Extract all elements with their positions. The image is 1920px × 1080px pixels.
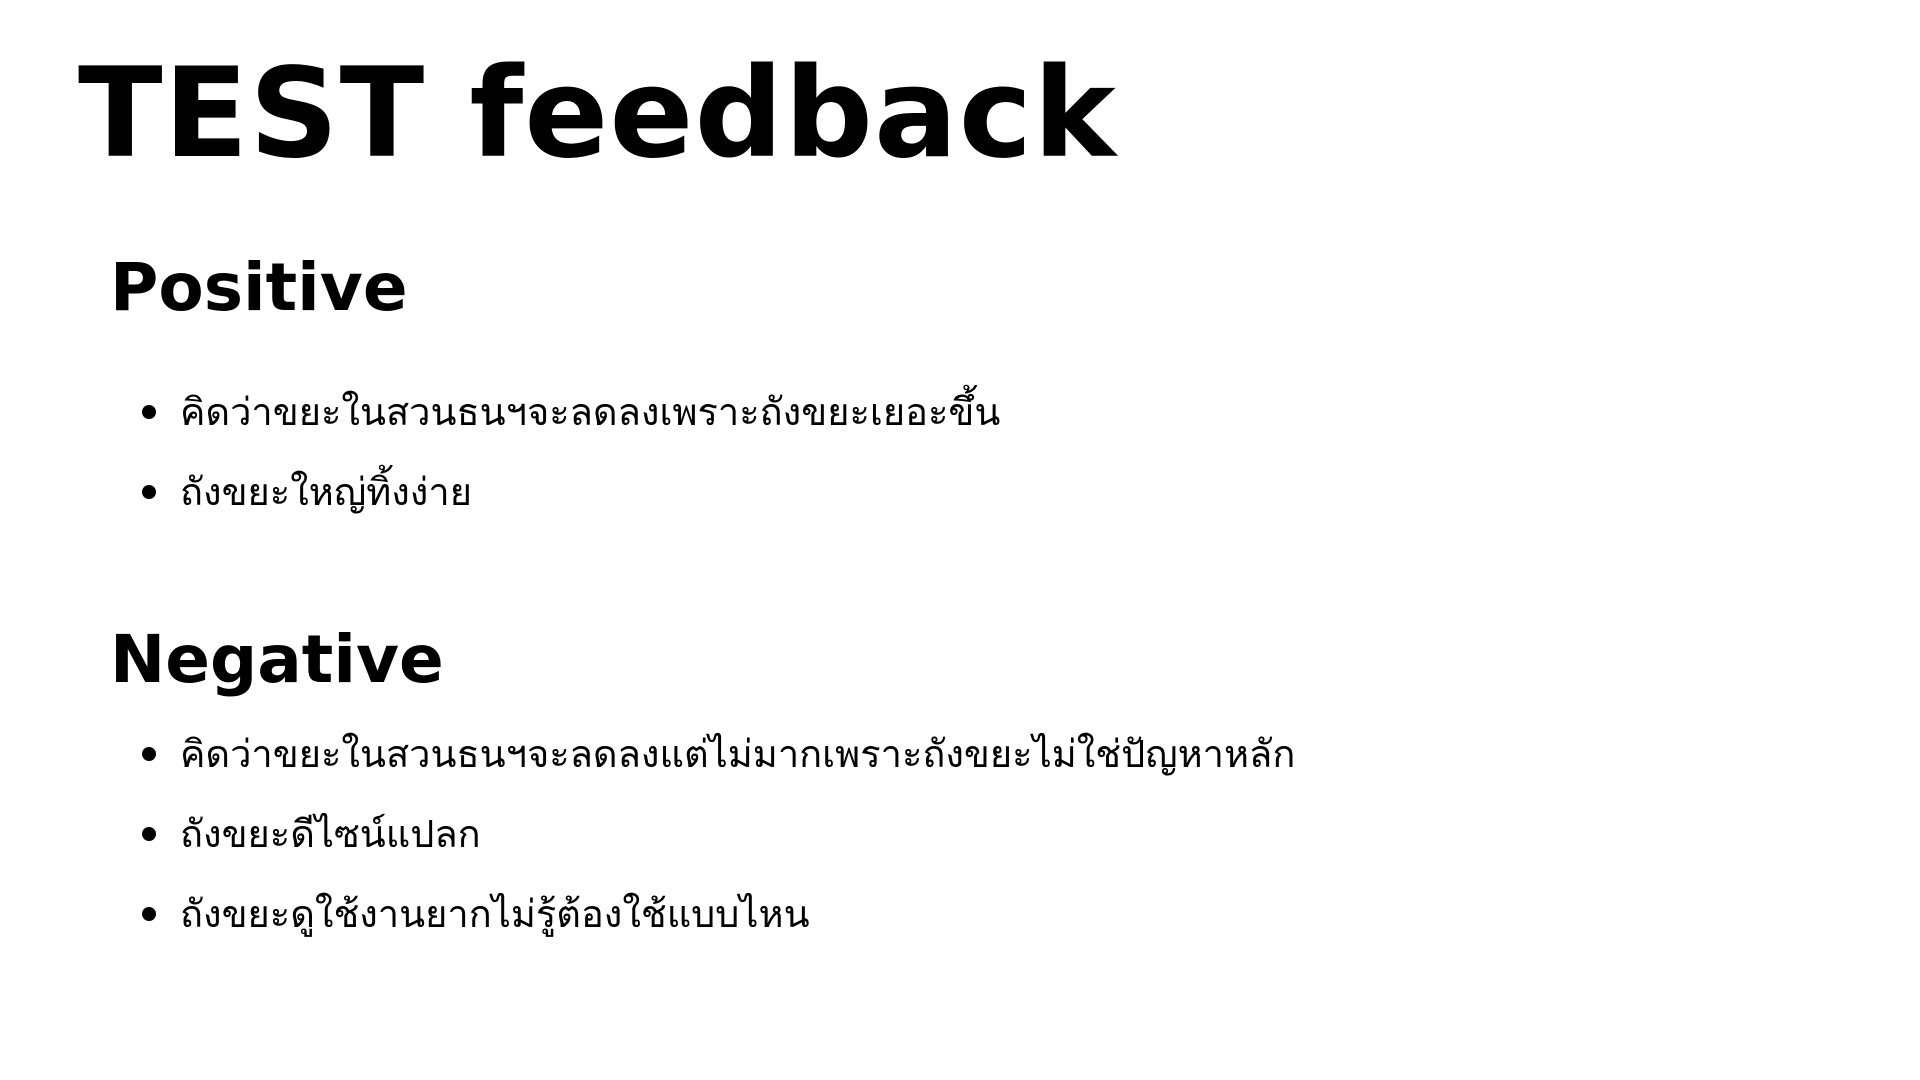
bullet-icon [142,485,156,499]
negative-list: คิดว่าขยะในสวนธนฯจะลดลงแต่ไม่มากเพราะถัง… [140,724,1295,964]
list-item: คิดว่าขยะในสวนธนฯจะลดลงแต่ไม่มากเพราะถัง… [140,724,1295,804]
bullet-icon [142,827,156,841]
bullet-icon [142,405,156,419]
list-item-text: ถังขยะดูใช้งานยากไม่รู้ต้องใช้แบบไหน [180,892,810,936]
positive-heading: Positive [110,249,408,326]
bullet-icon [142,747,156,761]
positive-list: คิดว่าขยะในสวนธนฯจะลดลงเพราะถังขยะเยอะขึ… [140,382,1000,542]
bullet-icon [142,907,156,921]
list-item-text: คิดว่าขยะในสวนธนฯจะลดลงแต่ไม่มากเพราะถัง… [180,732,1296,776]
list-item: คิดว่าขยะในสวนธนฯจะลดลงเพราะถังขยะเยอะขึ… [140,382,1000,462]
slide-title: TEST feedback [78,42,1117,186]
list-item: ถังขยะใหญ่ทิ้งง่าย [140,462,1000,542]
list-item: ถังขยะดูใช้งานยากไม่รู้ต้องใช้แบบไหน [140,884,1295,964]
list-item-text: คิดว่าขยะในสวนธนฯจะลดลงเพราะถังขยะเยอะขึ… [180,390,1001,434]
list-item: ถังขยะดีไซน์แปลก [140,804,1295,884]
slide: TEST feedback Positive คิดว่าขยะในสวนธนฯ… [0,0,1920,1080]
list-item-text: ถังขยะใหญ่ทิ้งง่าย [180,470,472,514]
list-item-text: ถังขยะดีไซน์แปลก [180,812,481,856]
negative-heading: Negative [110,621,444,698]
